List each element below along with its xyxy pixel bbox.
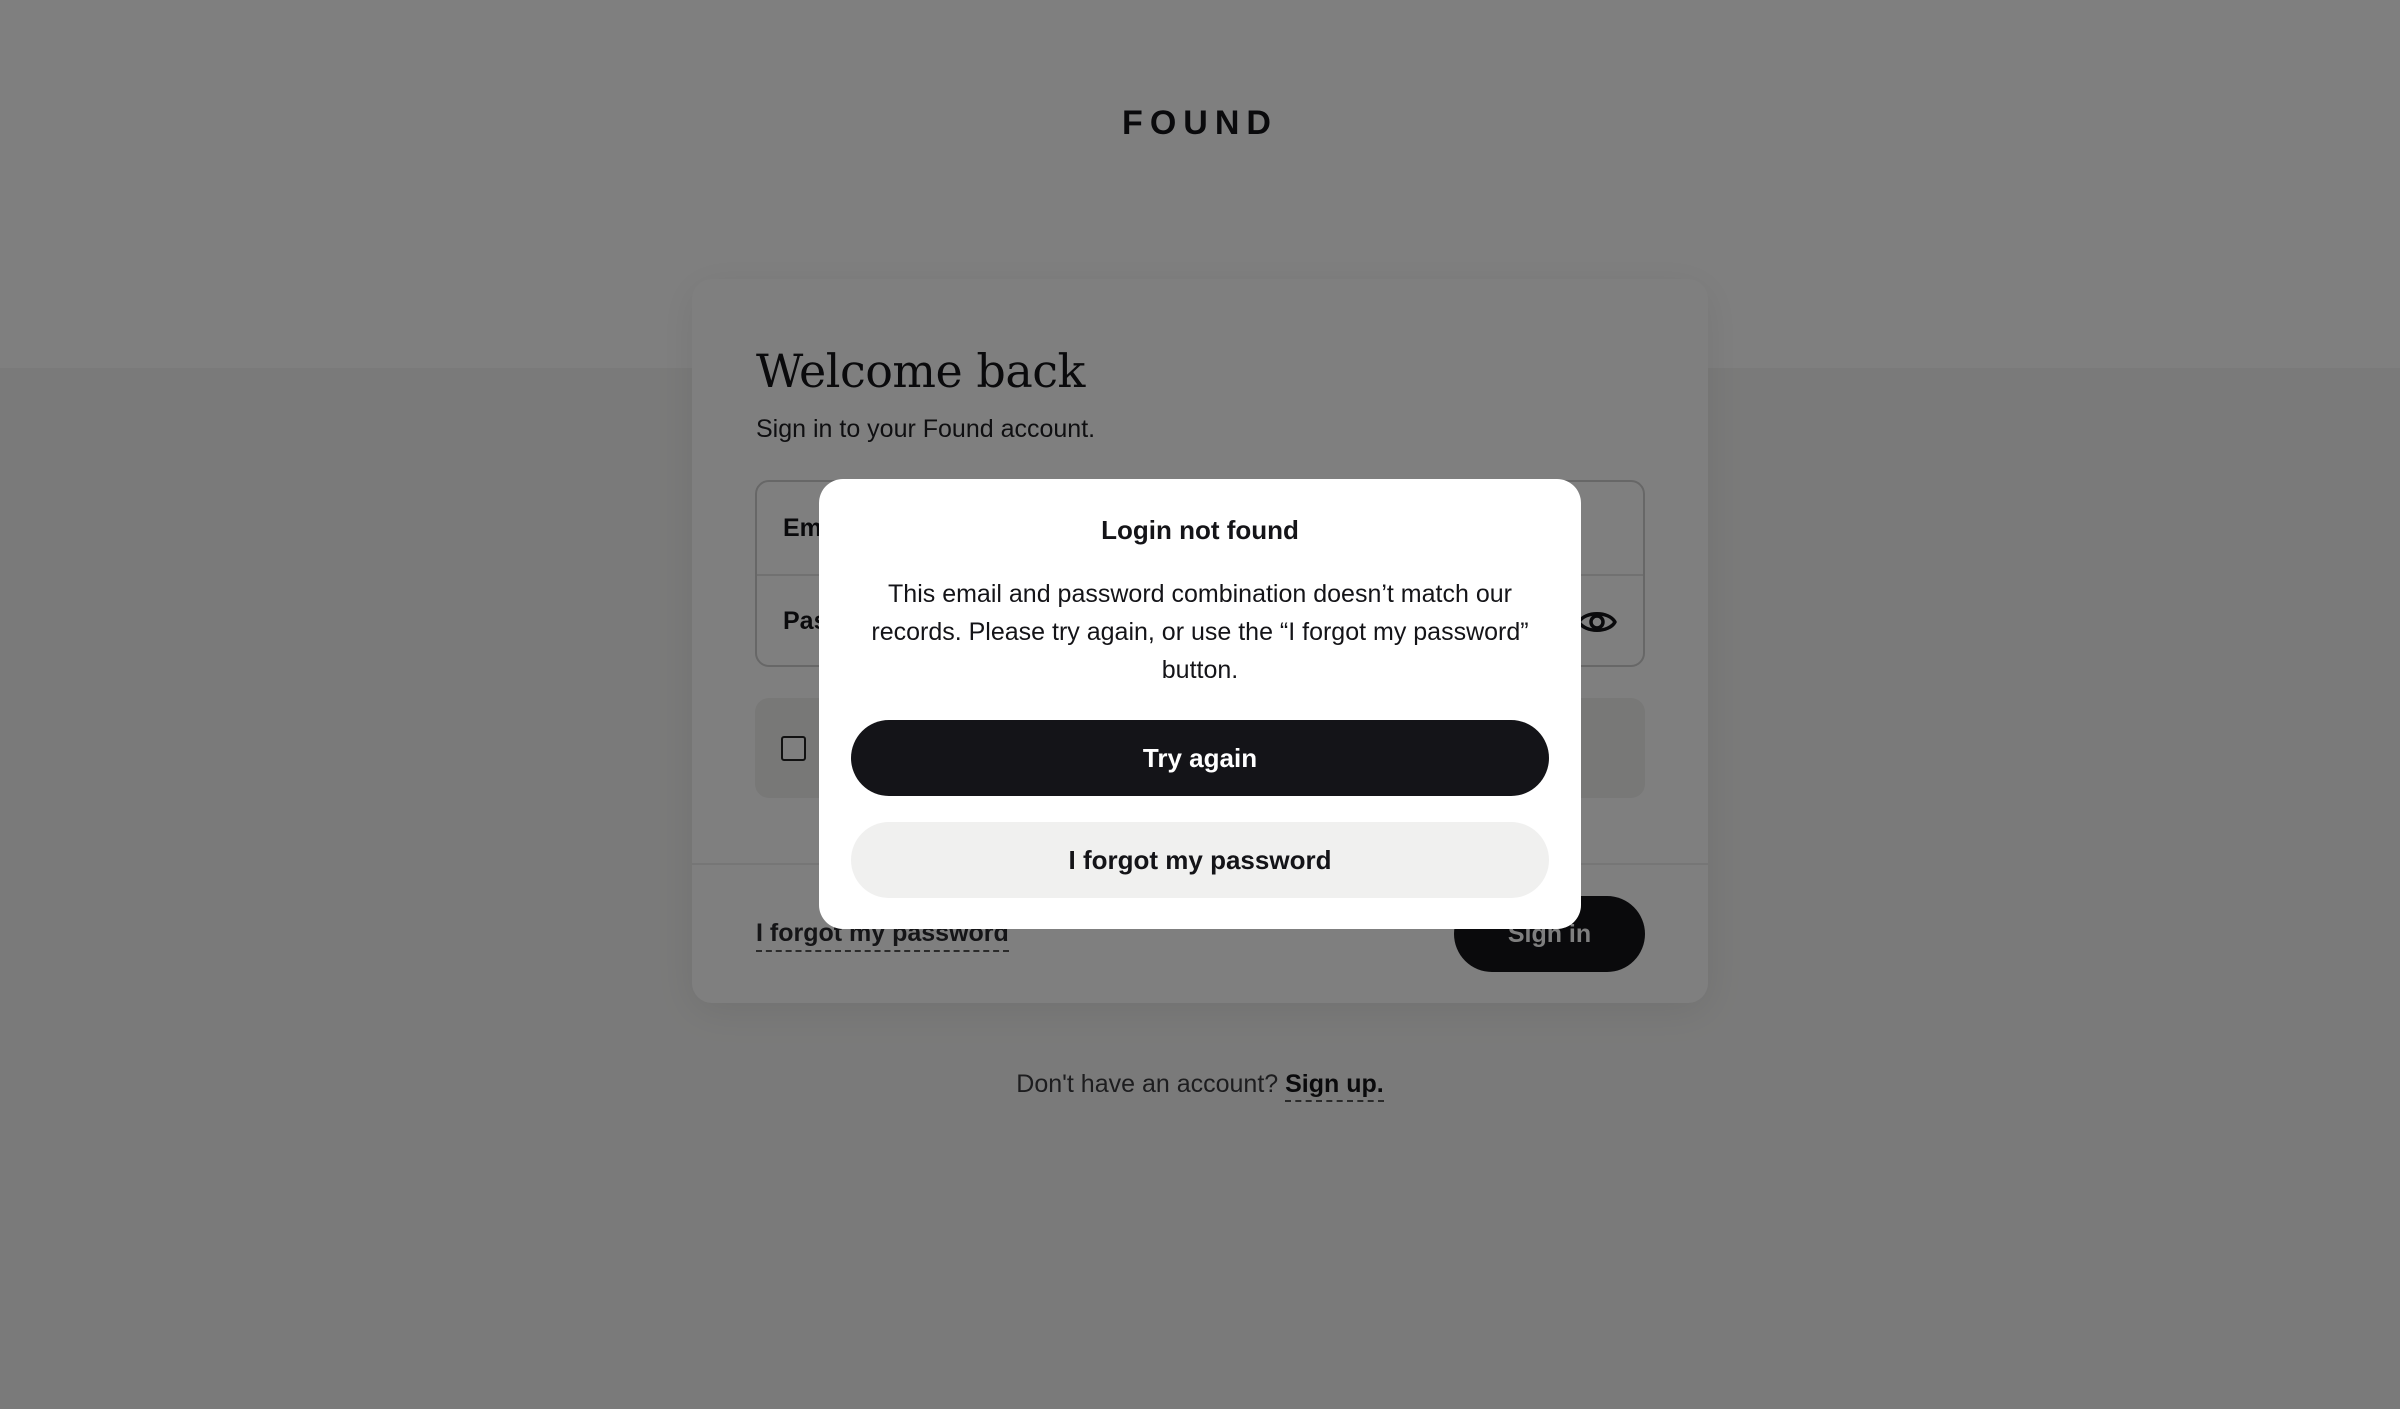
modal-message: This email and password combination does… <box>871 580 1529 684</box>
forgot-password-button[interactable]: I forgot my password <box>851 822 1549 898</box>
login-page: FOUND Welcome back Sign in to your Found… <box>0 0 2400 1409</box>
login-error-modal: Login not found This email and password … <box>819 479 1581 929</box>
try-again-button[interactable]: Try again <box>851 720 1549 796</box>
modal-title: Login not found <box>1101 515 1299 545</box>
